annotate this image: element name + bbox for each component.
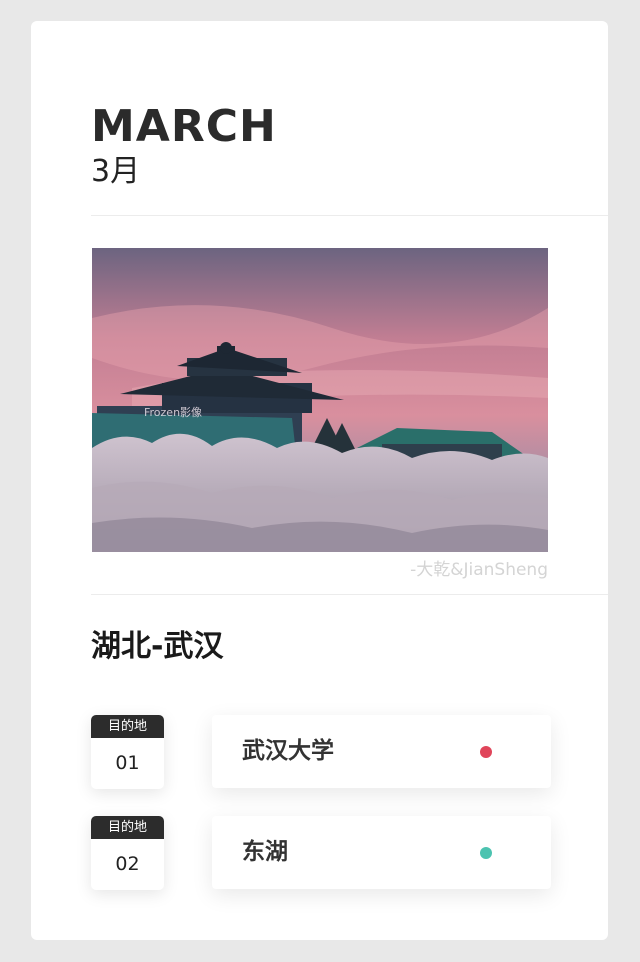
destination-badge: 目的地 01 [91, 715, 164, 789]
destination-card[interactable]: 武汉大学 [212, 715, 551, 788]
badge-label: 目的地 [91, 816, 164, 839]
page-card: MARCH 3月 Frozen影像 -大乾&JianSheng 湖北-武汉 目的… [31, 21, 608, 940]
photo-watermark: Frozen影像 [144, 406, 202, 419]
status-dot [480, 847, 492, 859]
badge-number: 01 [115, 752, 140, 774]
cherry-blossom-photo: Frozen影像 [92, 248, 548, 552]
photo-credit: -大乾&JianSheng [410, 560, 548, 580]
month-title-en: MARCH [91, 101, 277, 152]
destination-row: 目的地 01 武汉大学 [31, 715, 608, 789]
section-divider [91, 594, 608, 595]
header-divider [91, 215, 608, 216]
region-title: 湖北-武汉 [91, 629, 224, 664]
destination-name: 东湖 [242, 839, 288, 865]
destination-badge: 目的地 02 [91, 816, 164, 890]
status-dot [480, 746, 492, 758]
badge-number: 02 [115, 853, 140, 875]
destination-card[interactable]: 东湖 [212, 816, 551, 889]
badge-label: 目的地 [91, 715, 164, 738]
month-title-cn: 3月 [91, 154, 141, 189]
destination-name: 武汉大学 [242, 738, 334, 764]
destination-row: 目的地 02 东湖 [31, 816, 608, 890]
